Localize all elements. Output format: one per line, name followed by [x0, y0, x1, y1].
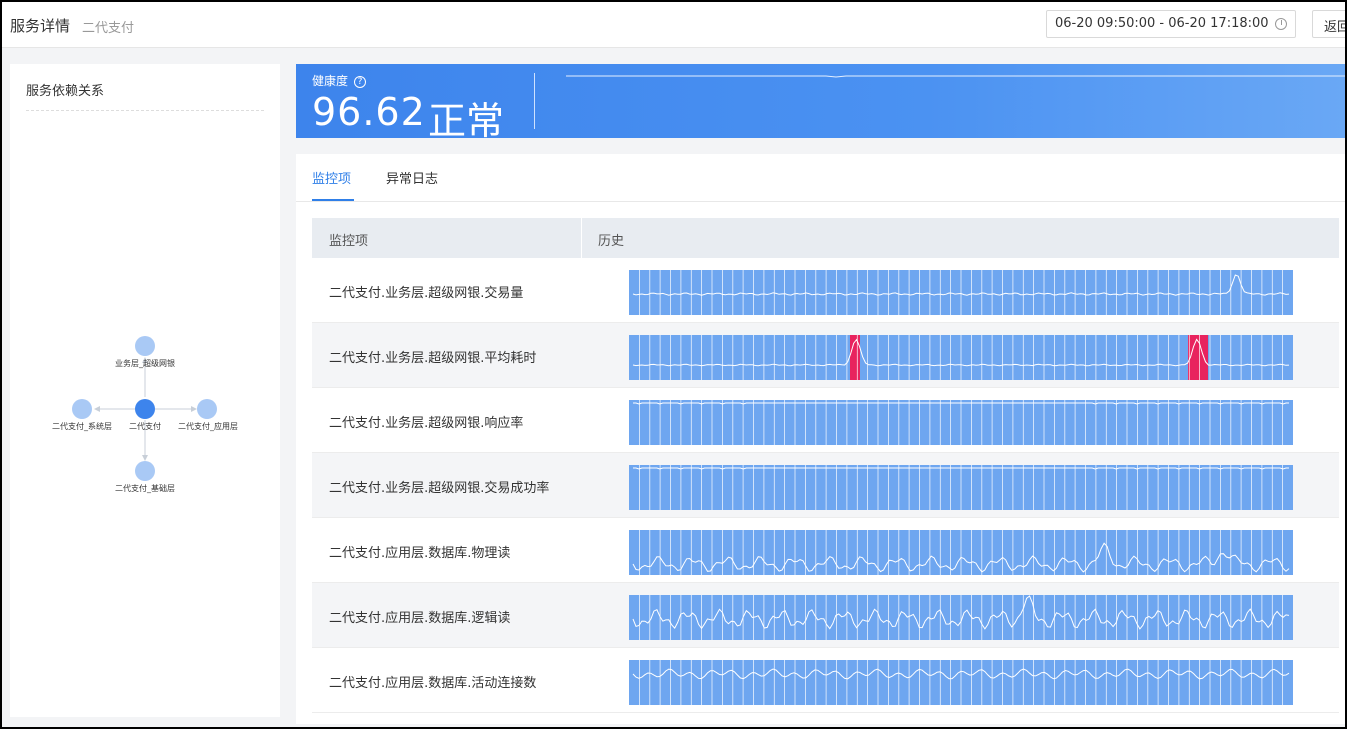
table-header: 监控项 历史	[312, 218, 1339, 258]
health-label: 健康度?	[312, 72, 367, 89]
header-monitor-item: 监控项	[329, 234, 369, 249]
node-top-label: 业务层_超级网银	[115, 358, 175, 368]
node-bottom-label: 二代支付_基础层	[115, 483, 175, 493]
top-bar: 服务详情 二代支付 06-20 09:50:00 - 06-20 17:18:0…	[2, 2, 1345, 48]
table-row[interactable]: 二代支付.应用层.数据库.逻辑读	[312, 583, 1339, 648]
monitor-item-name: 二代支付.应用层.数据库.物理读	[329, 546, 511, 561]
dependency-panel: 服务依赖关系 业务层_超级网银 二代支付 二代支付_系统层 二代支付_应用层 二…	[10, 64, 280, 717]
table-row[interactable]: 二代支付.业务层.超级网银.交易成功率	[312, 453, 1339, 518]
header-separator	[581, 218, 582, 258]
health-separator	[534, 73, 535, 129]
main-panel: 监控项 异常日志 监控项 历史 二代支付.业务层.超级网银.交易量 二代支付.业务…	[296, 154, 1345, 724]
history-sparkline[interactable]	[629, 530, 1293, 575]
node-bottom[interactable]	[135, 461, 155, 481]
monitor-item-name: 二代支付.应用层.数据库.逻辑读	[329, 611, 511, 626]
date-range-value: 06-20 09:50:00 - 06-20 17:18:00	[1055, 16, 1269, 31]
tab-monitor-items[interactable]: 监控项	[312, 168, 351, 187]
page-subtitle: 二代支付	[82, 21, 135, 36]
monitor-item-name: 二代支付.业务层.超级网银.响应率	[329, 416, 524, 431]
node-right[interactable]	[197, 399, 217, 419]
help-circle-icon[interactable]: ?	[354, 76, 367, 88]
node-left[interactable]	[72, 399, 92, 419]
tab-active-indicator	[312, 199, 354, 201]
header-history: 历史	[598, 234, 625, 249]
monitor-item-name: 二代支付.应用层.数据库.活动连接数	[329, 676, 537, 691]
history-sparkline[interactable]	[629, 270, 1293, 315]
history-sparkline[interactable]	[629, 660, 1293, 705]
monitor-item-name: 二代支付.业务层.超级网银.平均耗时	[329, 351, 537, 366]
table-row[interactable]: 二代支付.应用层.数据库.活动连接数	[312, 648, 1339, 713]
node-center[interactable]	[135, 399, 155, 419]
app-window: 服务详情 二代支付 06-20 09:50:00 - 06-20 17:18:0…	[0, 0, 1347, 729]
node-right-label: 二代支付_应用层	[178, 421, 238, 431]
health-label-text: 健康度	[312, 74, 349, 88]
tab-exception-log[interactable]: 异常日志	[386, 168, 438, 187]
table-row[interactable]: 二代支付.业务层.超级网银.响应率	[312, 388, 1339, 453]
history-sparkline[interactable]	[629, 400, 1293, 445]
page-title: 服务详情	[10, 17, 71, 35]
dependency-graph: 业务层_超级网银 二代支付 二代支付_系统层 二代支付_应用层 二代支付_基础层	[52, 336, 238, 493]
date-range-picker[interactable]: 06-20 09:50:00 - 06-20 17:18:00	[1046, 10, 1296, 38]
health-banner: 健康度? 96.62 正常	[296, 64, 1345, 143]
history-sparkline[interactable]	[629, 465, 1293, 510]
monitor-item-name: 二代支付.业务层.超级网银.交易成功率	[329, 481, 550, 496]
history-sparkline[interactable]	[629, 335, 1293, 380]
table-row[interactable]: 二代支付.业务层.超级网银.平均耗时	[312, 323, 1339, 388]
node-top[interactable]	[135, 336, 155, 356]
history-sparkline[interactable]	[629, 595, 1293, 640]
tab-bar: 监控项 异常日志	[296, 154, 1345, 202]
table-row[interactable]: 二代支付.应用层.数据库.物理读	[312, 518, 1339, 583]
health-trend-line	[566, 75, 1345, 78]
health-status: 正常	[428, 99, 505, 143]
node-center-label: 二代支付	[129, 421, 161, 431]
health-score: 96.62	[312, 90, 426, 134]
clock-icon	[1275, 18, 1287, 30]
back-button[interactable]: 返回	[1312, 10, 1345, 38]
node-left-label: 二代支付_系统层	[52, 421, 112, 431]
table-row[interactable]: 二代支付.业务层.超级网银.交易量	[312, 258, 1339, 323]
monitor-item-name: 二代支付.业务层.超级网银.交易量	[329, 286, 524, 301]
